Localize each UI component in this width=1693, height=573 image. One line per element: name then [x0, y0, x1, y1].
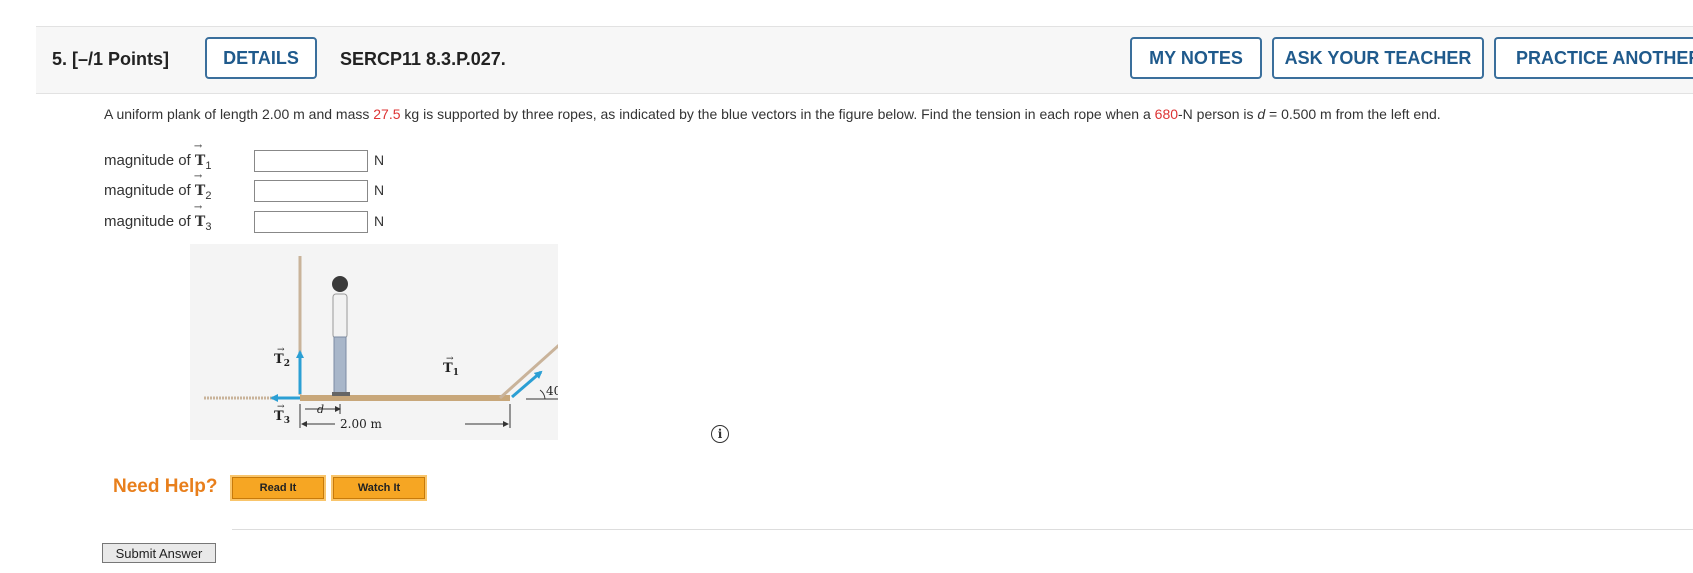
prompt-text: kg is supported by three ropes, as indic… [400, 106, 1155, 122]
label-text: magnitude of [104, 182, 195, 199]
t2-magnitude-input[interactable] [254, 180, 368, 202]
d-label: d [317, 403, 324, 416]
vector-symbol: T [194, 202, 205, 230]
practice-another-button[interactable]: PRACTICE ANOTHER [1494, 37, 1693, 79]
prompt-text: A uniform plank of length 2.00 m and mas… [104, 106, 374, 122]
question-prompt: A uniform plank of length 2.00 m and mas… [104, 103, 1689, 126]
need-help-label: Need Help? [113, 476, 218, 497]
watch-it-button[interactable]: Watch It [331, 475, 427, 501]
length-label: 2.00 m [340, 417, 383, 431]
mass-value: 27.5 [373, 106, 401, 122]
vector-subscript: 3 [205, 221, 212, 233]
t1-arrow-glyph: → [446, 354, 454, 364]
vector-subscript: 2 [205, 190, 212, 202]
t3-magnitude-input[interactable] [254, 211, 368, 233]
prompt-text: = 0.500 m from the left end. [1265, 106, 1441, 122]
person-feet [332, 392, 350, 396]
label-text: magnitude of [104, 152, 195, 169]
read-it-button[interactable]: Read It [230, 475, 326, 501]
person-torso [332, 293, 348, 339]
vector-subscript: 1 [205, 160, 212, 172]
question-number: 5. [–/1 Points] [52, 49, 170, 69]
unit-label: N [374, 152, 385, 168]
details-button[interactable]: DETAILS [205, 37, 317, 79]
submit-answer-button[interactable]: Submit Answer [102, 543, 216, 563]
t3-arrow-glyph: → [277, 402, 285, 412]
label-text: magnitude of [104, 213, 195, 230]
vector-symbol: T [194, 171, 205, 199]
t2-arrow-glyph: → [277, 345, 285, 355]
plank-ropes-figure: T2 T3 T1 → → → 40.0° d 2.00 m [190, 244, 558, 440]
unit-label: N [374, 182, 385, 198]
section-divider [232, 529, 1693, 530]
vector-symbol: T [194, 141, 205, 169]
unit-label: N [374, 213, 385, 229]
my-notes-button[interactable]: MY NOTES [1130, 37, 1262, 79]
figure-background [190, 244, 558, 440]
person-head [332, 276, 348, 292]
answer-label-t2: magnitude of T2 [104, 171, 212, 202]
variable-d: d [1257, 106, 1266, 122]
answer-label-t1: magnitude of T1 [104, 141, 212, 172]
angle-label: 40.0° [546, 384, 558, 398]
question-code: SERCP11 8.3.P.027. [340, 49, 506, 69]
weight-value: 680 [1154, 106, 1179, 122]
t1-magnitude-input[interactable] [254, 150, 368, 172]
answer-label-t3: magnitude of T3 [104, 202, 212, 233]
info-icon[interactable]: i [711, 425, 729, 443]
person-legs [333, 336, 347, 395]
ask-teacher-button[interactable]: ASK YOUR TEACHER [1272, 37, 1484, 79]
prompt-text: -N person is [1178, 106, 1258, 122]
